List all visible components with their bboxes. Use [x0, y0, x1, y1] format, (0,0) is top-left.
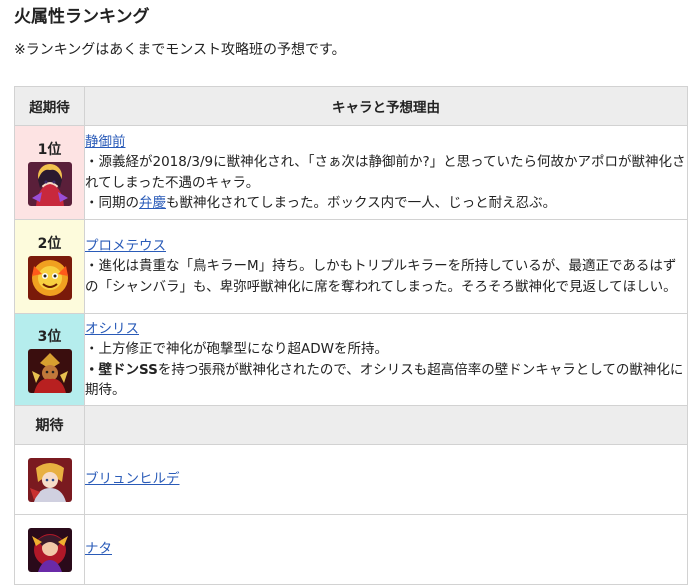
reason-text-bold: ・壁ドンSS [85, 361, 158, 378]
chara-link-osiris[interactable]: オシリス [85, 321, 139, 337]
osiris-icon[interactable] [27, 348, 72, 393]
header-chara-reason: キャラと予想理由 [84, 86, 688, 126]
brynhildr-icon[interactable] [27, 457, 72, 502]
expect-chara-cell-2: ナタ [84, 514, 688, 585]
shizuka-gozen-icon[interactable] [27, 161, 72, 206]
table-row: ブリュンヒルデ [14, 444, 688, 515]
expect-icon-cell-2 [14, 514, 85, 585]
chara-reason-cell-2: プロメテウス ・進化は貴重な「鳥キラーM」持ち。しかもトリプルキラーを所持してい… [84, 219, 688, 314]
page-title: 火属性ランキング [14, 7, 150, 27]
reason-text: を持つ張飛が獣神化されたので、オシリスも超高倍率の壁ドンキャラとしての獣神化に期… [85, 361, 684, 399]
chara-link-brynhildr[interactable]: ブリュンヒルデ [85, 471, 180, 487]
rank-label: 1位 [37, 141, 62, 158]
chara-link-benkei[interactable]: 弁慶 [139, 195, 166, 211]
chara-link-prometheus[interactable]: プロメテウス [85, 238, 166, 254]
rank-label: 3位 [37, 328, 62, 345]
ranking-note: ※ランキングはあくまでモンスト攻略班の予想です。 [14, 42, 346, 58]
expect-icon-cell-1 [14, 444, 85, 515]
reason-text: も獣神化されてしまった。ボックス内で一人、じっと耐え忍ぶ。 [166, 195, 557, 211]
table-row: 1位 静御前 ・源義経が2018/3/9に獣神化され、「さぁ次は静御前か?」と思… [14, 125, 688, 220]
header-empty [84, 405, 688, 445]
rank-cell-2: 2位 [14, 219, 85, 314]
chara-link-shizuka-gozen[interactable]: 静御前 [85, 134, 126, 150]
nata-icon[interactable] [27, 527, 72, 572]
reason-line: ・進化は貴重な「鳥キラーM」持ち。しかもトリプルキラーを所持しているが、最適正で… [85, 258, 677, 295]
rank-label: 2位 [37, 235, 62, 252]
header-expect: 期待 [14, 405, 85, 445]
table-row: ナタ [14, 514, 688, 585]
chara-link-nata[interactable]: ナタ [85, 541, 112, 557]
reason-line: ・壁ドンSSを持つ張飛が獣神化されたので、オシリスも超高倍率の壁ドンキャラとして… [85, 360, 687, 401]
table-header-row: 超期待 キャラと予想理由 [14, 86, 688, 126]
page: 火属性ランキング ※ランキングはあくまでモンスト攻略班の予想です。 超期待 キャ… [0, 0, 700, 585]
sub-header-row: 期待 [14, 405, 688, 445]
reason-line: ・同期の弁慶も獣神化されてしまった。ボックス内で一人、じっと耐え忍ぶ。 [85, 193, 687, 214]
table-row: 2位 プロメテウス ・進化は貴重な「鳥キラーM」持ち。しかもトリプルキラーを所持… [14, 219, 688, 314]
reason-line: ・上方修正で神化が砲撃型になり超ADWを所持。 [85, 341, 388, 357]
reason-text: ・同期の [85, 195, 139, 211]
rank-cell-1: 1位 [14, 125, 85, 220]
expect-chara-cell-1: ブリュンヒルデ [84, 444, 688, 515]
table-row: 3位 オシリス ・上方修正で神化が砲撃型になり超ADWを所持。 ・壁ドンSSを持… [14, 313, 688, 406]
reason-line: ・源義経が2018/3/9に獣神化され、「さぁ次は静御前か?」と思っていたら何故… [85, 154, 686, 191]
header-super-expect: 超期待 [14, 86, 85, 126]
prometheus-icon[interactable] [27, 255, 72, 300]
rank-cell-3: 3位 [14, 313, 85, 406]
ranking-table: 超期待 キャラと予想理由 1位 静御前 ・源義経が2018/3/9に獣神化され、… [14, 86, 688, 585]
chara-reason-cell-3: オシリス ・上方修正で神化が砲撃型になり超ADWを所持。 ・壁ドンSSを持つ張飛… [84, 313, 688, 406]
chara-reason-cell-1: 静御前 ・源義経が2018/3/9に獣神化され、「さぁ次は静御前か?」と思ってい… [84, 125, 688, 220]
